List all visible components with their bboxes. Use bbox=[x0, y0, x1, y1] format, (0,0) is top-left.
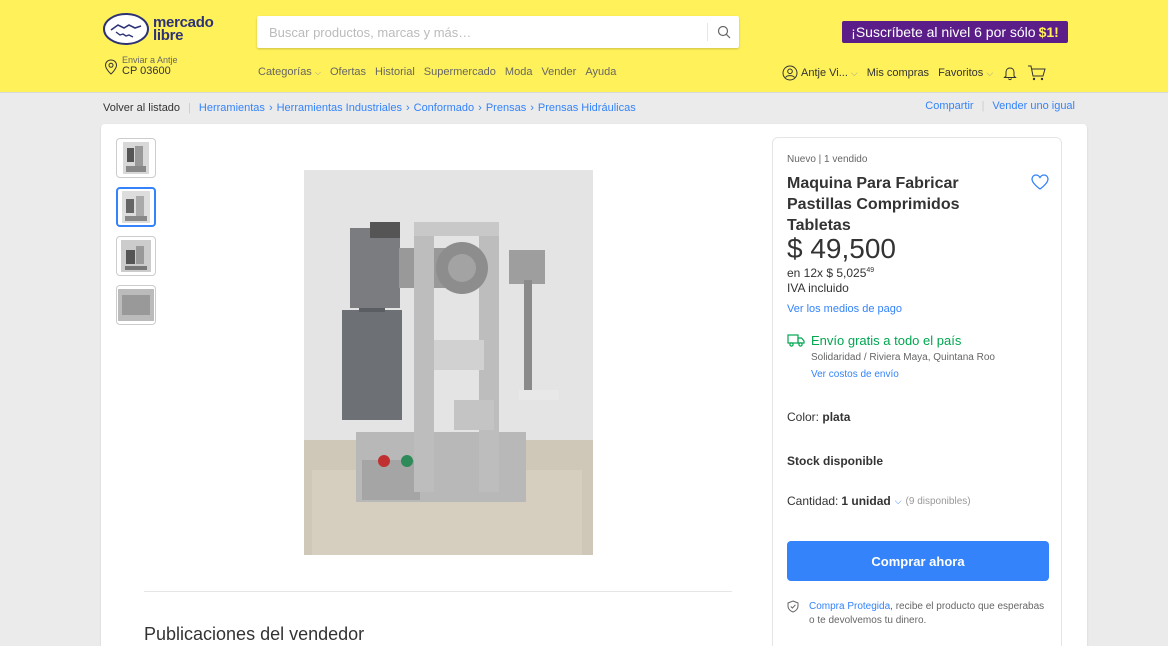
stock-status: Stock disponible bbox=[787, 454, 884, 468]
breadcrumb-separator: | bbox=[188, 102, 191, 114]
quantity-available: (9 disponibles) bbox=[905, 495, 971, 507]
thumbnail-4[interactable] bbox=[116, 285, 156, 325]
logo-text: mercado libre bbox=[153, 14, 214, 44]
nav-categorias[interactable]: Categorías ⌵ bbox=[258, 66, 321, 78]
chevron-down-icon: ⌵ bbox=[314, 68, 321, 77]
chevron-down-icon[interactable]: ⌵ bbox=[895, 496, 902, 507]
thumbnail-1[interactable] bbox=[116, 138, 156, 178]
machine-thumbnail-image bbox=[123, 142, 149, 174]
main-nav: Categorías ⌵ Ofertas Historial Supermerc… bbox=[258, 66, 616, 78]
seller-publications-heading: Publicaciones del vendedor bbox=[144, 624, 365, 644]
breadcrumb-item-herramientas[interactable]: Herramientas bbox=[199, 102, 265, 114]
nav-ayuda[interactable]: Ayuda bbox=[585, 66, 616, 78]
bell-icon[interactable] bbox=[1002, 65, 1018, 81]
breadcrumb-item-prensas[interactable]: Prensas bbox=[486, 102, 526, 114]
product-card: Publicaciones del vendedor Nuevo | 1 ven… bbox=[101, 124, 1087, 646]
search-icon bbox=[717, 25, 730, 39]
cart-icon[interactable] bbox=[1027, 64, 1047, 82]
product-price: $ 49,500 bbox=[787, 233, 896, 264]
color-value: plata bbox=[822, 410, 851, 424]
shipping-costs-link[interactable]: Ver costos de envío bbox=[811, 369, 995, 380]
purchase-protection: Compra Protegida, recibe el producto que… bbox=[787, 600, 1049, 628]
buy-box: Nuevo | 1 vendido Maquina Para Fabricar … bbox=[772, 137, 1062, 646]
logo-wordmark: mercado libre bbox=[153, 14, 214, 44]
free-shipping-text: Envío gratis a todo el país bbox=[811, 333, 962, 348]
breadcrumb: Volver al listado | Herramientas › Herra… bbox=[103, 100, 1075, 116]
breadcrumb-item-conformado[interactable]: Conformado bbox=[414, 102, 475, 114]
machine-thumbnail-image bbox=[121, 240, 151, 272]
breadcrumb-item-herramientas-industriales[interactable]: Herramientas Industriales bbox=[277, 102, 402, 114]
share-link[interactable]: Compartir bbox=[925, 100, 973, 112]
breadcrumb-arrow: › bbox=[530, 102, 534, 114]
condition-sold-count: Nuevo | 1 vendido bbox=[787, 154, 868, 165]
chevron-down-icon: ⌵ bbox=[850, 67, 858, 78]
nav-categorias-label: Categorías bbox=[258, 66, 312, 78]
nav-historial[interactable]: Historial bbox=[375, 66, 415, 78]
installments-amount: en 12x $ 5,025 bbox=[787, 266, 867, 280]
thumbnail-gallery bbox=[116, 138, 156, 334]
search-button[interactable] bbox=[708, 16, 739, 48]
user-nav: Antje Vi... ⌵ Mis compras Favoritos ⌵ bbox=[782, 64, 1047, 82]
iva-note: IVA incluido bbox=[787, 281, 849, 295]
payment-methods-link[interactable]: Ver los medios de pago bbox=[787, 303, 902, 315]
machine-thumbnail-image bbox=[118, 289, 154, 321]
mercadolibre-logo[interactable]: mercado libre bbox=[103, 12, 225, 46]
nav-ofertas[interactable]: Ofertas bbox=[330, 66, 366, 78]
machine-thumbnail-image bbox=[122, 191, 150, 223]
location-pin-icon bbox=[104, 58, 118, 75]
quantity-selector: Cantidad: 1 unidad ⌵ (9 disponibles) bbox=[787, 494, 971, 508]
user-avatar-icon bbox=[782, 65, 798, 81]
handshake-logo-icon bbox=[103, 13, 149, 45]
breadcrumb-item-prensas-hidraulicas[interactable]: Prensas Hidráulicas bbox=[538, 102, 636, 114]
user-menu[interactable]: Antje Vi... ⌵ bbox=[782, 65, 858, 81]
ship-to-cp: CP 03600 bbox=[122, 65, 171, 77]
search-bar bbox=[257, 16, 739, 48]
promo-text: ¡Suscríbete al nivel 6 por sólo bbox=[851, 24, 1036, 40]
search-input[interactable] bbox=[257, 16, 707, 48]
purchase-protection-link[interactable]: Compra Protegida bbox=[809, 601, 890, 612]
sell-similar-link[interactable]: Vender uno igual bbox=[992, 100, 1075, 112]
ship-to-location[interactable]: Enviar a Antje CP 03600 bbox=[104, 56, 178, 77]
heart-icon[interactable] bbox=[1031, 174, 1049, 190]
breadcrumb-separator: | bbox=[981, 100, 985, 112]
buy-now-button[interactable]: Comprar ahora bbox=[787, 541, 1049, 581]
nav-vender[interactable]: Vender bbox=[541, 66, 576, 78]
product-title: Maquina Para Fabricar Pastillas Comprimi… bbox=[787, 175, 960, 234]
installments: en 12x $ 5,02549 bbox=[787, 266, 874, 280]
ship-to-label: Enviar a Antje bbox=[122, 55, 178, 65]
breadcrumb-actions: Compartir | Vender uno igual bbox=[925, 100, 1075, 112]
shipping-location: Solidaridad / Riviera Maya, Quintana Roo bbox=[811, 352, 995, 363]
color-selection: Color: plata bbox=[787, 410, 850, 424]
user-name: Antje Vi... bbox=[801, 67, 848, 79]
back-to-listing-link[interactable]: Volver al listado bbox=[103, 102, 180, 114]
nav-moda[interactable]: Moda bbox=[505, 66, 533, 78]
breadcrumb-arrow: › bbox=[268, 102, 273, 114]
chevron-down-icon: ⌵ bbox=[986, 68, 994, 78]
product-main-image[interactable] bbox=[304, 170, 593, 555]
thumbnail-2[interactable] bbox=[116, 187, 156, 227]
header: mercado libre ¡Suscríbete al nivel 6 por… bbox=[0, 0, 1168, 92]
mis-compras-link[interactable]: Mis compras bbox=[867, 67, 929, 79]
favoritos-label: Favoritos bbox=[938, 67, 984, 79]
promo-highlight: $1! bbox=[1038, 24, 1059, 40]
nav-supermercado[interactable]: Supermercado bbox=[424, 66, 496, 78]
section-divider bbox=[144, 591, 732, 592]
breadcrumb-arrow: › bbox=[405, 102, 410, 114]
truck-icon bbox=[787, 334, 805, 347]
quantity-label: Cantidad: bbox=[787, 494, 839, 508]
quantity-dropdown[interactable]: 1 unidad bbox=[841, 494, 890, 508]
breadcrumb-arrow: › bbox=[478, 102, 482, 114]
subscription-promo-banner[interactable]: ¡Suscríbete al nivel 6 por sólo $1! bbox=[842, 21, 1068, 43]
shield-check-icon bbox=[787, 600, 799, 613]
installments-cents: 49 bbox=[866, 267, 875, 274]
thumbnail-3[interactable] bbox=[116, 236, 156, 276]
favoritos-menu[interactable]: Favoritos ⌵ bbox=[938, 67, 993, 79]
shipping-info: Envío gratis a todo el país Solidaridad … bbox=[787, 333, 995, 380]
color-label: Color: bbox=[787, 410, 820, 424]
